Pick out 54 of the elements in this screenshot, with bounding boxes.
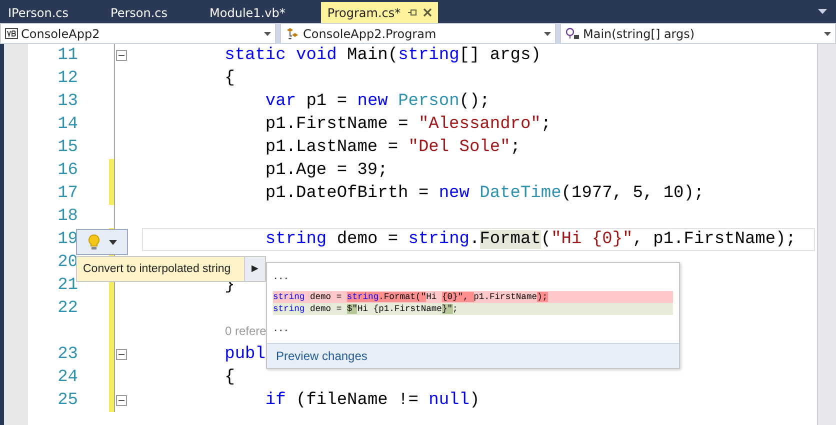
code-line: publ (224, 344, 266, 365)
navigation-dropdown[interactable]: Main(string[] args) (560, 23, 836, 44)
line-number: 23 (56, 344, 78, 366)
dropdown-arrow-icon[interactable] (818, 9, 827, 15)
ellipsis: ... (273, 272, 289, 282)
code-line: p1.FirstName = "Alessandro"; (264, 114, 552, 135)
code-line: if (fileName != null) (264, 390, 480, 411)
line-number: 17 (56, 183, 78, 205)
line-number: 21 (56, 275, 78, 297)
collapse-icon[interactable] (116, 349, 126, 360)
quick-actions-button[interactable] (76, 229, 128, 255)
diff-line: string demo = $"Hi {p1.FirstName}"; (273, 304, 458, 314)
diff-line: string demo = string.Format("Hi {0}", p1.FirstName); (273, 292, 548, 302)
line-number: 19 (56, 229, 78, 251)
line-number: 22 (56, 298, 78, 320)
dropdown-arrow-icon (264, 32, 271, 36)
code-line: static void Main(string[] args) (224, 45, 541, 66)
pin-icon[interactable] (408, 8, 417, 17)
code-line: p1.LastName = "Del Sole"; (264, 137, 520, 158)
code-line: string demo = string.Format("Hi {0}", p1.FirstName); (264, 229, 796, 250)
document-tab[interactable]: IPerson.cs (2, 2, 75, 23)
line-number: 15 (56, 137, 78, 159)
document-tab[interactable]: Module1.vb* (204, 2, 292, 23)
code-line: p1.DateOfBirth = new DateTime(1977, 5, 10); (264, 183, 704, 204)
code-line: var p1 = new Person(); (264, 91, 490, 112)
line-number: 16 (56, 160, 78, 182)
line-number: 24 (56, 367, 78, 389)
code-line: { (224, 367, 235, 388)
line-number: 13 (56, 91, 78, 113)
caret-icon (108, 240, 116, 244)
lightbulb-icon (88, 234, 100, 250)
vertical-scrollbar[interactable] (817, 44, 836, 425)
close-icon[interactable] (422, 8, 432, 17)
code-line: p1.Age = 39; (264, 160, 388, 181)
document-tab[interactable]: Program.cs* (321, 2, 438, 23)
navigation-dropdown[interactable]: ConsoleApp2 (0, 23, 276, 44)
line-number: 25 (56, 390, 78, 412)
vb-project-icon (5, 28, 18, 39)
menu-item[interactable]: Convert to interpolated string (77, 263, 244, 275)
dropdown-arrow-icon (824, 32, 831, 36)
method-icon (565, 27, 580, 40)
collapse-icon[interactable] (116, 50, 126, 61)
collapse-icon[interactable] (116, 395, 126, 406)
class-icon (285, 27, 300, 40)
document-tab[interactable]: Person.cs (104, 2, 174, 23)
code-line: { (224, 68, 235, 89)
line-number: 12 (56, 68, 78, 90)
line-number: 18 (56, 206, 78, 228)
ellipsis: ... (273, 324, 289, 334)
line-number: 14 (56, 114, 78, 136)
dropdown-arrow-icon (544, 32, 551, 36)
line-number: 11 (56, 45, 78, 67)
navigation-dropdown[interactable]: ConsoleApp2.Program (280, 23, 556, 44)
preview-changes-link[interactable]: Preview changes (267, 343, 679, 368)
